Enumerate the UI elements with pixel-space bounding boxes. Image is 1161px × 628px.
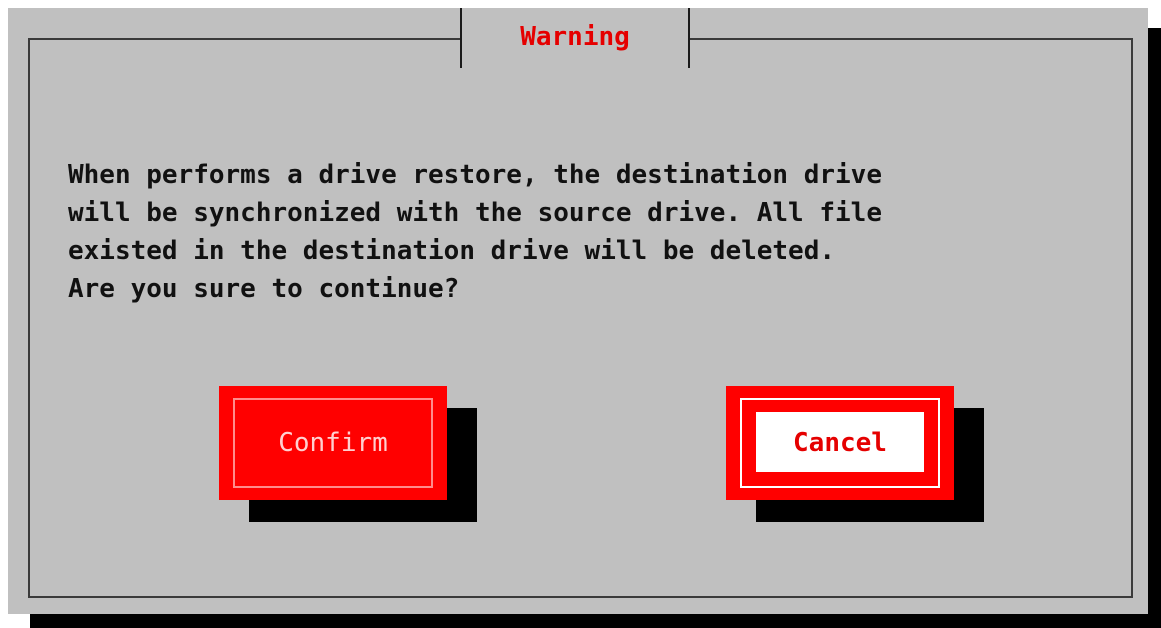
- cancel-button-label: Cancel: [793, 428, 887, 458]
- cancel-button[interactable]: Cancel: [726, 386, 954, 500]
- dialog-message: When performs a drive restore, the desti…: [68, 160, 882, 304]
- warning-dialog: Warning When performs a drive restore, t…: [8, 8, 1148, 614]
- dialog-title: Warning: [520, 22, 630, 52]
- cancel-button-group: Cancel: [726, 386, 984, 522]
- dialog-shadow-right: [1148, 28, 1161, 628]
- confirm-button[interactable]: Confirm: [219, 386, 447, 500]
- title-divider-right: [688, 8, 690, 68]
- confirm-button-group: Confirm: [219, 386, 477, 522]
- confirm-button-label: Confirm: [278, 428, 388, 458]
